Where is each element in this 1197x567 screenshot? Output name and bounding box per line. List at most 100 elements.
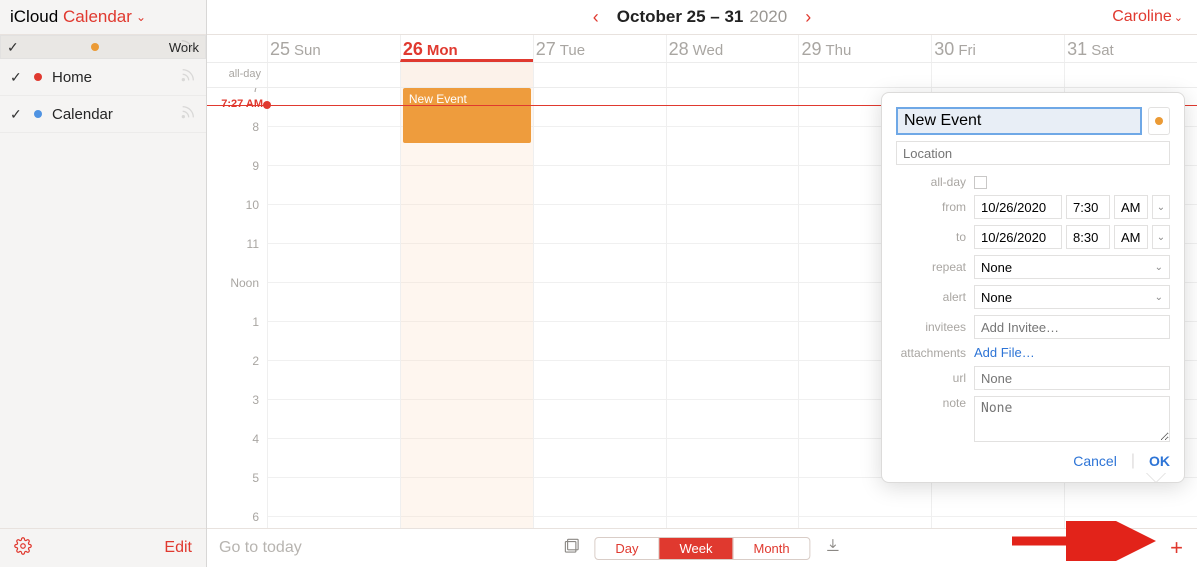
allday-cell[interactable]: [267, 63, 400, 87]
allday-label: all-day: [896, 175, 968, 189]
ok-button[interactable]: OK: [1149, 453, 1170, 469]
invitees-label: invitees: [896, 320, 968, 334]
allday-cell[interactable]: [666, 63, 799, 87]
annotation-arrow: [1007, 521, 1177, 561]
download-icon[interactable]: [825, 537, 842, 559]
day-header[interactable]: 29Thu: [798, 35, 931, 62]
topbar: ‹ October 25 – 312020 › Caroline⌄: [207, 0, 1197, 35]
event-location-input[interactable]: [896, 141, 1170, 165]
check-icon: ✓: [10, 106, 24, 123]
day-header[interactable]: 31Sat: [1064, 35, 1197, 62]
multi-calendar-icon[interactable]: [562, 537, 580, 560]
invitees-input[interactable]: [974, 315, 1170, 339]
event-title-input[interactable]: [896, 107, 1142, 135]
day-header[interactable]: 25Sun: [267, 35, 400, 62]
check-icon: ✓: [10, 69, 24, 86]
gear-icon[interactable]: [14, 537, 32, 560]
day-column[interactable]: [666, 88, 799, 528]
user-menu[interactable]: Caroline⌄: [1112, 8, 1183, 26]
cancel-button[interactable]: Cancel: [1073, 453, 1117, 469]
allday-cell[interactable]: [533, 63, 666, 87]
day-column[interactable]: New Event: [400, 88, 533, 528]
from-label: from: [896, 200, 968, 214]
color-dot-icon: [91, 43, 99, 51]
sidebar-calendar-item[interactable]: ✓ Work: [0, 35, 206, 59]
chevron-down-icon: ⌄: [1174, 12, 1183, 24]
from-time-input[interactable]: [1066, 195, 1110, 219]
day-header-row: 25Sun26Mon27Tue28Wed29Thu30Fri31Sat: [207, 35, 1197, 63]
allday-row: all-day: [207, 63, 1197, 88]
from-ampm-input[interactable]: [1114, 195, 1148, 219]
sidebar: iCloud Calendar ⌄ ✓ Work ✓ Home ✓ Calend…: [0, 0, 207, 567]
date-range: October 25 – 312020: [617, 7, 787, 27]
attachments-label: attachments: [896, 346, 968, 360]
day-column[interactable]: [267, 88, 400, 528]
calendar-name: Home: [52, 69, 92, 86]
view-segmented-control: Day Week Month: [594, 537, 810, 560]
day-header[interactable]: 30Fri: [931, 35, 1064, 62]
sidebar-bottom: Edit: [0, 528, 206, 567]
hour-label: 5: [207, 471, 267, 510]
day-column[interactable]: [533, 88, 666, 528]
color-dot-icon: [34, 110, 42, 118]
hour-label: 1: [207, 315, 267, 354]
url-label: url: [896, 371, 968, 385]
to-ampm-dropdown[interactable]: ⌄: [1152, 225, 1170, 249]
day-header[interactable]: 28Wed: [666, 35, 799, 62]
from-date-input[interactable]: [974, 195, 1062, 219]
alert-label: alert: [896, 290, 968, 304]
allday-cell[interactable]: [1064, 63, 1197, 87]
chevron-down-icon[interactable]: ⌄: [136, 10, 146, 24]
color-dot-icon: [34, 73, 42, 81]
to-ampm-input[interactable]: [1114, 225, 1148, 249]
event-calendar-picker[interactable]: [1148, 107, 1170, 135]
share-icon[interactable]: [179, 38, 195, 57]
note-input[interactable]: [974, 396, 1170, 442]
hour-label: 10: [207, 198, 267, 237]
hour-label: 3: [207, 393, 267, 432]
view-week[interactable]: Week: [659, 538, 733, 559]
alert-select[interactable]: None⌄: [974, 285, 1170, 309]
hour-label: 2: [207, 354, 267, 393]
note-label: note: [896, 396, 968, 410]
now-time-label: 7:27 AM: [207, 98, 263, 110]
next-week-button[interactable]: ›: [787, 7, 829, 28]
sidebar-calendar-item[interactable]: ✓ Calendar: [0, 96, 206, 133]
sidebar-calendar-item[interactable]: ✓ Home: [0, 59, 206, 96]
calendar-event[interactable]: New Event: [403, 88, 531, 143]
edit-button[interactable]: Edit: [164, 539, 192, 557]
hour-label: Noon: [207, 276, 267, 315]
allday-cell[interactable]: [400, 63, 533, 87]
to-date-input[interactable]: [974, 225, 1062, 249]
allday-cell[interactable]: [798, 63, 931, 87]
app-title: iCloud Calendar: [10, 7, 132, 27]
add-file-link[interactable]: Add File…: [974, 345, 1035, 360]
allday-cell[interactable]: [931, 63, 1064, 87]
allday-label: all-day: [207, 63, 267, 87]
from-ampm-dropdown[interactable]: ⌄: [1152, 195, 1170, 219]
day-header[interactable]: 26Mon: [400, 35, 533, 62]
view-day[interactable]: Day: [595, 538, 659, 559]
prev-week-button[interactable]: ‹: [575, 7, 617, 28]
now-dot: [263, 101, 271, 109]
day-header[interactable]: 27Tue: [533, 35, 666, 62]
hour-label: 11: [207, 237, 267, 276]
hour-label: 8: [207, 120, 267, 159]
share-icon[interactable]: [180, 104, 196, 124]
hour-label: 4: [207, 432, 267, 471]
calendar-name: Calendar: [52, 106, 113, 123]
check-icon: ✓: [7, 39, 21, 56]
goto-today-input[interactable]: Go to today: [219, 539, 302, 557]
url-input[interactable]: [974, 366, 1170, 390]
hour-label: 6: [207, 510, 267, 528]
app-title-bar[interactable]: iCloud Calendar ⌄: [0, 0, 206, 35]
share-icon[interactable]: [180, 67, 196, 87]
repeat-label: repeat: [896, 260, 968, 274]
to-label: to: [896, 230, 968, 244]
to-time-input[interactable]: [1066, 225, 1110, 249]
allday-checkbox[interactable]: [974, 176, 987, 189]
view-month[interactable]: Month: [733, 538, 809, 559]
calendar-list: ✓ Work ✓ Home ✓ Calendar: [0, 35, 206, 133]
event-editor-popover: all-day from ⌄ to ⌄ repeat None⌄ alert N…: [881, 92, 1185, 483]
repeat-select[interactable]: None⌄: [974, 255, 1170, 279]
